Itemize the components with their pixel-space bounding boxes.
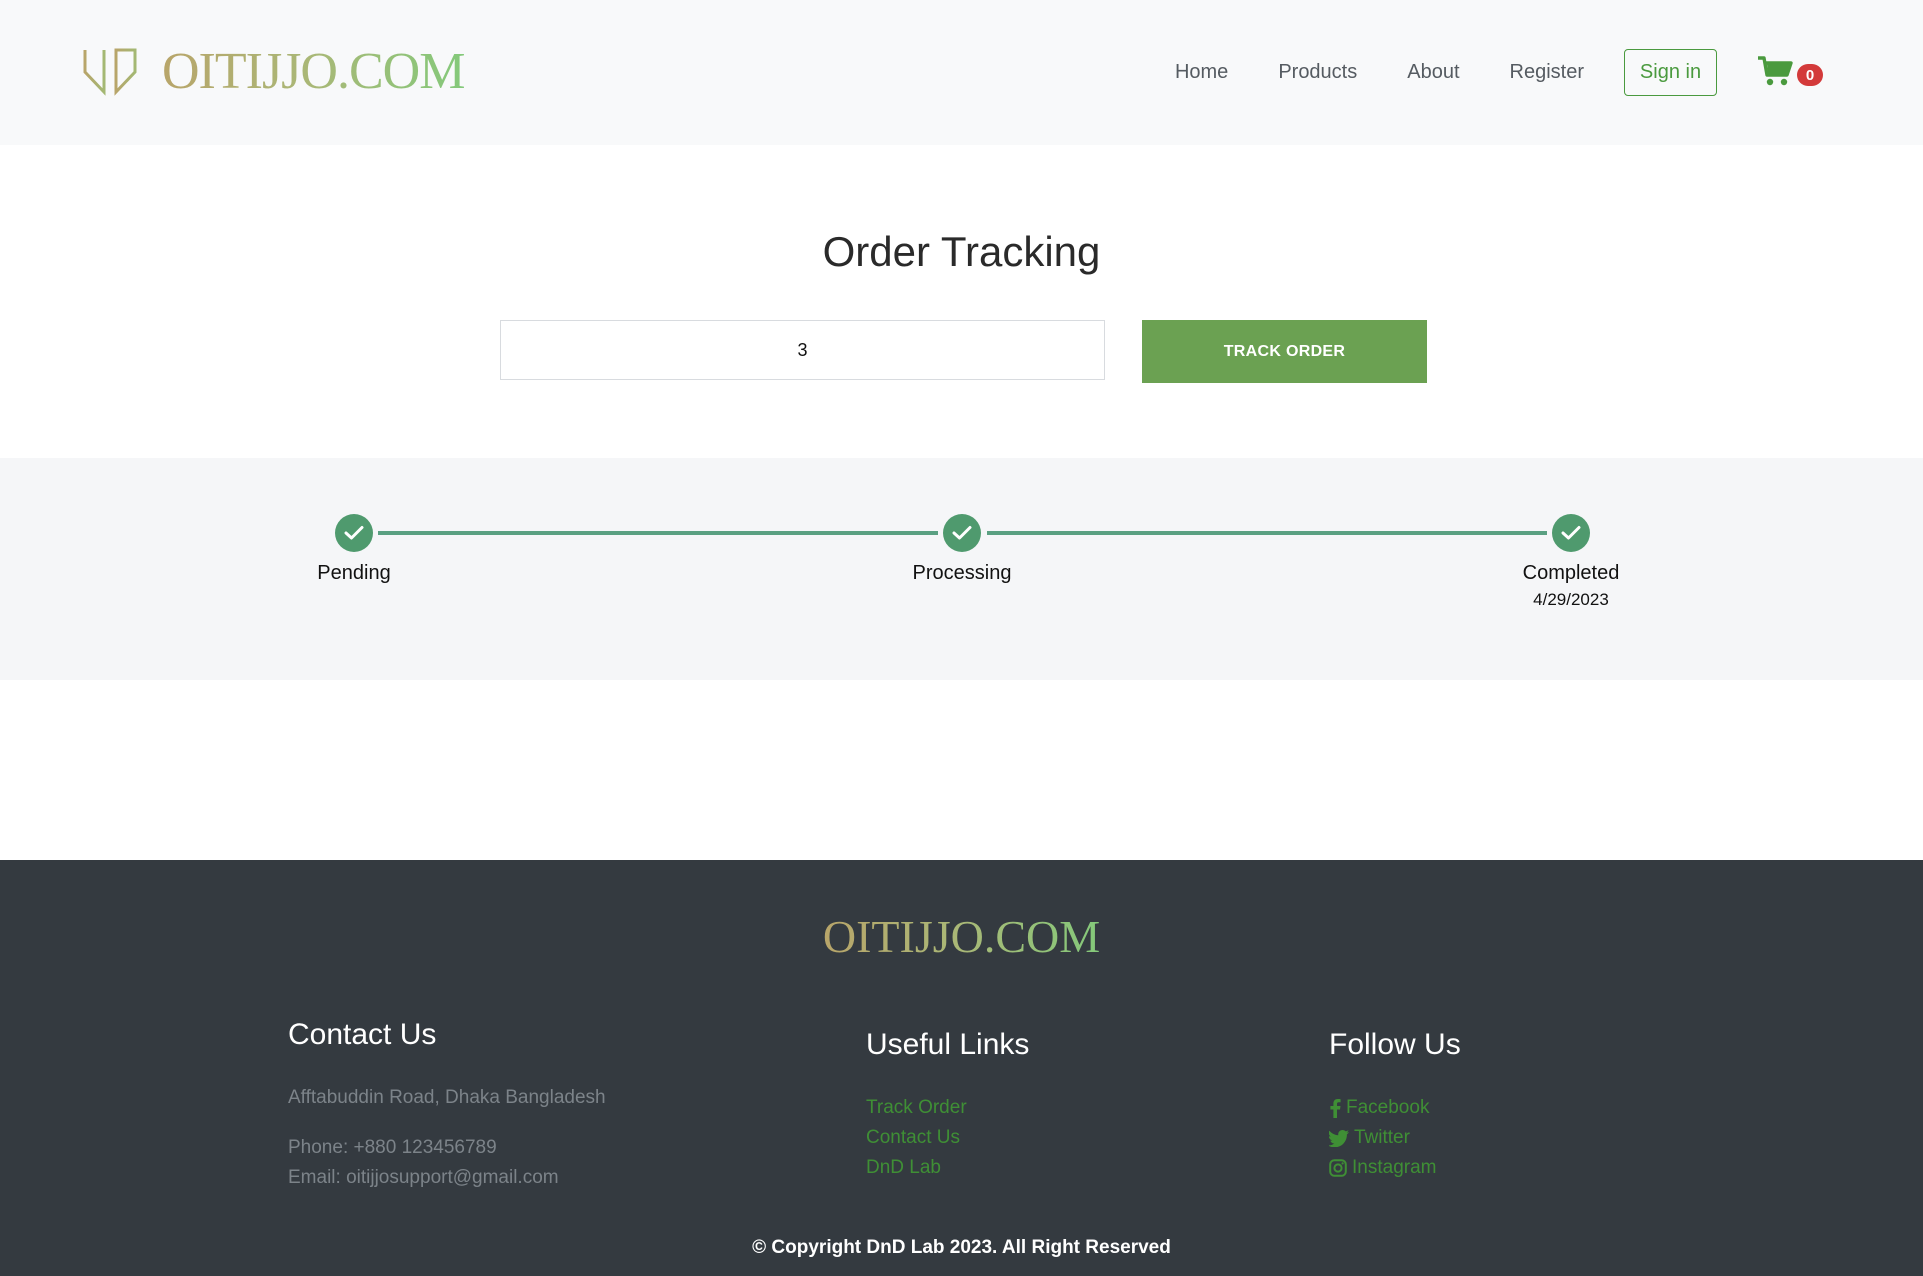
step-label-completed: Completed <box>1522 562 1620 584</box>
nav-products[interactable]: Products <box>1278 61 1357 84</box>
footer-link-contact-us[interactable]: Contact Us <box>866 1127 960 1149</box>
footer-brand-name: OITIJJO.COM <box>822 911 1101 962</box>
step-processing-check-icon <box>943 514 981 552</box>
instagram-icon <box>1329 1159 1347 1177</box>
facebook-icon <box>1330 1098 1341 1118</box>
social-link-twitter[interactable]: Twitter <box>1329 1127 1410 1149</box>
progress-connector <box>378 531 938 535</box>
twitter-icon <box>1329 1129 1349 1147</box>
nav-register[interactable]: Register <box>1510 61 1584 84</box>
nav-about[interactable]: About <box>1407 61 1459 84</box>
logo-mark-icon <box>83 48 137 96</box>
site-footer: OITIJJO.COM Contact Us Afftabuddin Road,… <box>0 860 1923 1276</box>
contact-heading: Contact Us <box>288 1018 437 1051</box>
cart-count-badge: 0 <box>1797 64 1823 86</box>
footer-link-dnd-lab[interactable]: DnD Lab <box>866 1157 941 1179</box>
footer-link-track-order[interactable]: Track Order <box>866 1097 967 1119</box>
sign-in-button[interactable]: Sign in <box>1624 49 1717 96</box>
brand-logo[interactable]: OITIJJO.COM <box>82 43 465 100</box>
useful-links-heading: Useful Links <box>866 1028 1030 1061</box>
step-label-processing: Processing <box>912 562 1012 584</box>
step-date-completed: 4/29/2023 <box>1533 590 1609 609</box>
page-title: Order Tracking <box>822 228 1101 275</box>
copyright-text: © Copyright DnD Lab 2023. All Right Rese… <box>752 1237 1171 1258</box>
main-nav: Home Products About Register Sign in 0 <box>1175 49 1923 96</box>
social-label: Twitter <box>1354 1127 1410 1148</box>
social-label: Instagram <box>1352 1157 1437 1178</box>
contact-address: Afftabuddin Road, Dhaka Bangladesh <box>288 1087 606 1108</box>
cart-button[interactable]: 0 <box>1757 49 1827 96</box>
social-link-instagram[interactable]: Instagram <box>1329 1157 1436 1179</box>
progress-connector <box>987 531 1547 535</box>
step-label-pending: Pending <box>317 562 391 584</box>
contact-email: Email: oitijjosupport@gmail.com <box>288 1167 559 1188</box>
site-header: OITIJJO.COM Home Products About Register… <box>0 0 1923 145</box>
social-label: Facebook <box>1346 1097 1430 1118</box>
step-pending-check-icon <box>335 514 373 552</box>
step-completed-check-icon <box>1552 514 1590 552</box>
order-id-input[interactable] <box>500 320 1105 380</box>
shopping-cart-icon <box>1758 56 1793 86</box>
brand-name: OITIJJO.COM <box>162 43 465 100</box>
social-link-facebook[interactable]: Facebook <box>1329 1097 1429 1119</box>
footer-brand-logo[interactable]: OITIJJO.COM <box>0 914 1923 960</box>
track-order-button[interactable]: TRACK ORDER <box>1142 320 1427 383</box>
contact-phone: Phone: +880 123456789 <box>288 1137 497 1158</box>
nav-home[interactable]: Home <box>1175 61 1228 84</box>
follow-us-heading: Follow Us <box>1329 1028 1461 1061</box>
